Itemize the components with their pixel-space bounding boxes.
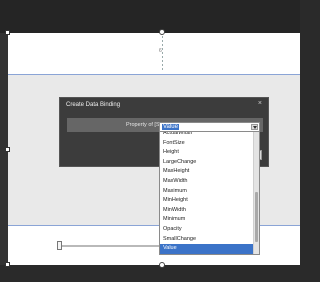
dropdown-item[interactable]: Maximum: [160, 187, 254, 197]
top-toolbar-strip: [0, 0, 300, 33]
dropdown-item[interactable]: ActualWidth: [160, 132, 254, 139]
dropdown-item[interactable]: MinHeight: [160, 196, 254, 206]
row-guide-top: [8, 74, 300, 75]
dropdown-item[interactable]: MinWidth: [160, 206, 254, 216]
dropdown-item[interactable]: LargeChange: [160, 158, 254, 168]
scrollbar-thumb[interactable]: [255, 192, 258, 242]
resize-handle-top-left[interactable]: [5, 30, 10, 35]
chevron-down-icon[interactable]: [251, 124, 258, 130]
dropdown-item[interactable]: SmallChange: [160, 235, 254, 245]
property-dropdown-value: Value: [162, 124, 179, 130]
vertical-guide: [162, 36, 163, 72]
slider-thumb[interactable]: [57, 241, 62, 250]
dropdown-item[interactable]: MaxHeight: [160, 167, 254, 177]
dropdown-item[interactable]: Height: [160, 148, 254, 158]
dropdown-items: ActualWidth FontSize Height LargeChange MaxH…: [160, 132, 254, 254]
dropdown-scrollbar[interactable]: [253, 132, 259, 254]
dropdown-item[interactable]: Value: [160, 244, 254, 254]
bottom-anchor-handle[interactable]: [159, 262, 165, 268]
bottom-strip: [0, 265, 300, 282]
resize-handle-bottom-left[interactable]: [5, 262, 10, 267]
dropdown-item[interactable]: MaxWidth: [160, 177, 254, 187]
close-icon[interactable]: ×: [258, 100, 262, 107]
dropdown-item[interactable]: Minimum: [160, 215, 254, 225]
dropdown-item[interactable]: FontSize: [160, 139, 254, 149]
top-anchor-handle[interactable]: [159, 29, 165, 35]
dialog-title: Create Data Binding: [66, 102, 121, 108]
dropdown-item[interactable]: Opacity: [160, 225, 254, 235]
canvas-size-label: 6: [159, 48, 162, 54]
resize-handle-left[interactable]: [5, 147, 10, 152]
property-dropdown-list[interactable]: ActualWidth FontSize Height LargeChange MaxH…: [159, 131, 260, 255]
